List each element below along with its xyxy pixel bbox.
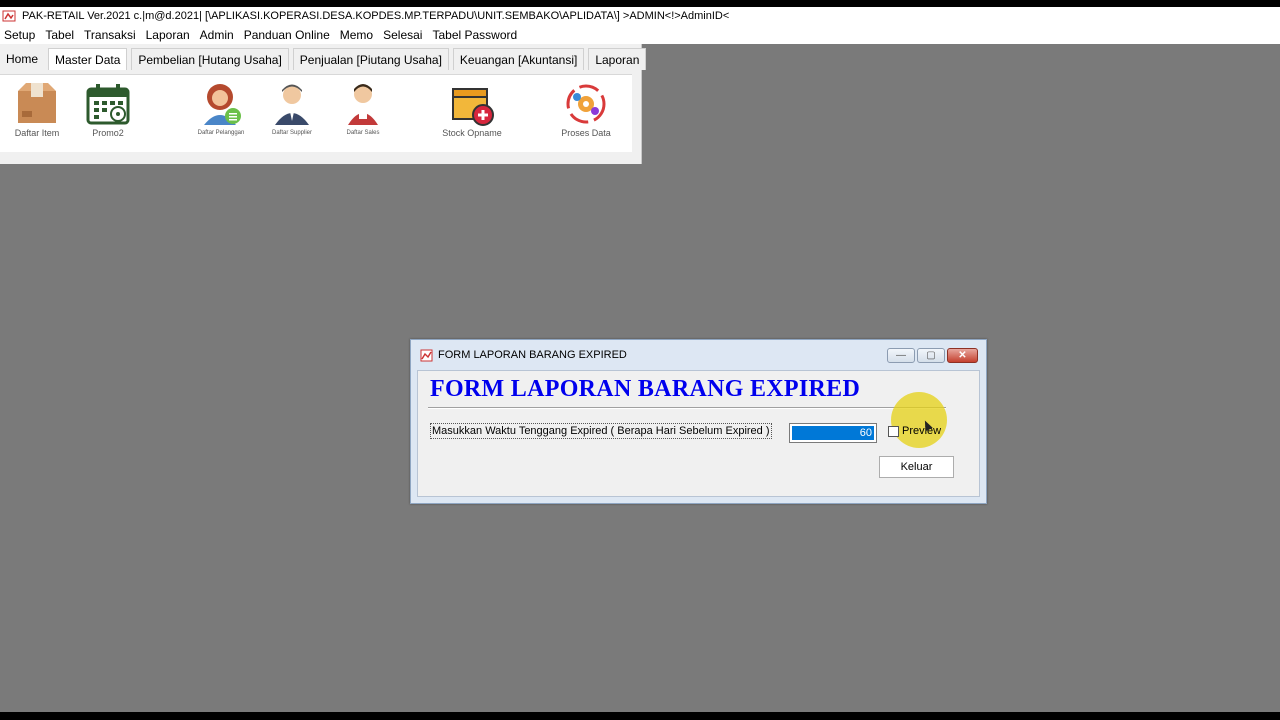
top-letterbox [0, 0, 1280, 7]
close-button[interactable]: ✕ [947, 348, 978, 363]
tool-proses-data[interactable]: Proses Data [551, 81, 621, 138]
tool-daftar-item[interactable]: Daftar Item [2, 81, 72, 138]
tool-label: Daftar Supplier [271, 130, 313, 136]
menubar: Setup Tabel Transaksi Laporan Admin Pand… [0, 25, 1280, 44]
tab-home[interactable]: Home [0, 48, 44, 70]
form-heading: FORM LAPORAN BARANG EXPIRED [430, 376, 861, 402]
menu-laporan[interactable]: Laporan [142, 28, 196, 42]
heading-divider [428, 407, 946, 409]
dialog-window-controls: — ▢ ✕ [887, 348, 978, 363]
menu-setup[interactable]: Setup [0, 28, 41, 42]
menu-tabel[interactable]: Tabel [41, 28, 80, 42]
app-titlebar: PAK-RETAIL Ver.2021 c.|m@d.2021| [\APLIK… [0, 7, 1280, 25]
checkbox-box[interactable] [888, 425, 899, 437]
tool-daftar-supplier[interactable]: Daftar Supplier [257, 81, 327, 136]
cursor-highlight [891, 392, 947, 448]
maximize-button[interactable]: ▢ [917, 348, 945, 363]
tool-label: Stock Opname [442, 128, 502, 138]
menu-memo[interactable]: Memo [336, 28, 379, 42]
sales-icon [340, 81, 386, 127]
dialog-body: FORM LAPORAN BARANG EXPIRED Masukkan Wak… [417, 370, 980, 497]
tab-keuangan[interactable]: Keuangan [Akuntansi] [452, 48, 585, 70]
tool-label: Daftar Pelanggan [197, 130, 245, 136]
expiry-days-input[interactable]: 60 [789, 423, 877, 443]
tool-label: Daftar Sales [346, 130, 380, 136]
preview-label: Preview [902, 425, 942, 437]
app-title: PAK-RETAIL Ver.2021 c.|m@d.2021| [\APLIK… [22, 10, 730, 22]
dialog-title: FORM LAPORAN BARANG EXPIRED [438, 349, 627, 361]
customer-icon [198, 81, 244, 127]
menu-transaksi[interactable]: Transaksi [80, 28, 142, 42]
ribbon-toolbar: Daftar Item Promo2 Daftar Pelanggan Daft… [0, 74, 632, 152]
menu-selesai[interactable]: Selesai [379, 28, 428, 42]
tool-daftar-pelanggan[interactable]: Daftar Pelanggan [186, 81, 256, 136]
expiry-days-prompt: Masukkan Waktu Tenggang Expired ( Berapa… [430, 423, 772, 439]
menu-admin[interactable]: Admin [196, 28, 240, 42]
supplier-icon [269, 81, 315, 127]
expiry-days-value: 60 [792, 426, 874, 440]
tool-promo2[interactable]: Promo2 [73, 81, 143, 138]
preview-checkbox[interactable]: Preview [888, 425, 941, 437]
tool-label: Daftar Item [14, 128, 60, 138]
process-gear-icon [563, 81, 609, 127]
tool-stock-opname[interactable]: Stock Opname [437, 81, 507, 138]
tab-penjualan[interactable]: Penjualan [Piutang Usaha] [292, 48, 449, 70]
ribbon-tabs: Home Master Data Pembelian [Hutang Usaha… [0, 48, 650, 70]
tool-label: Proses Data [561, 128, 611, 138]
ribbon: Home Master Data Pembelian [Hutang Usaha… [0, 44, 647, 164]
box-icon [14, 81, 60, 127]
app-icon [2, 9, 16, 23]
tab-laporan[interactable]: Laporan [588, 48, 647, 70]
expired-report-dialog: FORM LAPORAN BARANG EXPIRED — ▢ ✕ FORM L… [410, 339, 987, 504]
menu-tabel-password[interactable]: Tabel Password [428, 28, 523, 42]
menu-panduan-online[interactable]: Panduan Online [240, 28, 336, 42]
stock-box-plus-icon [449, 81, 495, 127]
tab-master-data[interactable]: Master Data [48, 48, 128, 70]
dialog-app-icon [420, 349, 433, 362]
tab-pembelian[interactable]: Pembelian [Hutang Usaha] [131, 48, 289, 70]
keluar-button[interactable]: Keluar [879, 456, 954, 478]
screen: PAK-RETAIL Ver.2021 c.|m@d.2021| [\APLIK… [0, 0, 1280, 720]
tool-daftar-sales[interactable]: Daftar Sales [328, 81, 398, 136]
tool-label: Promo2 [92, 128, 124, 138]
bottom-letterbox [0, 712, 1280, 720]
calendar-icon [85, 81, 131, 127]
minimize-button[interactable]: — [887, 348, 915, 363]
